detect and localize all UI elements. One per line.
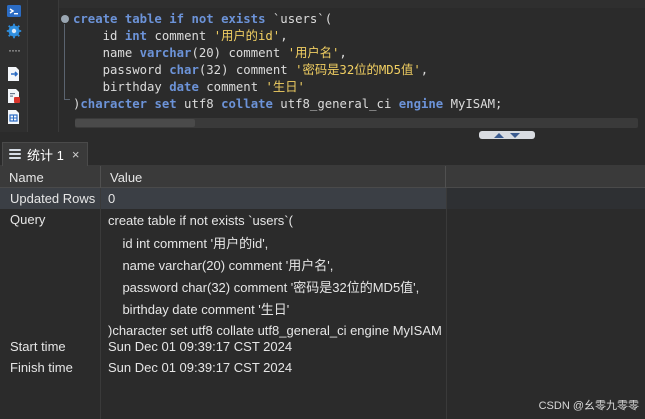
fold-guide-end	[64, 99, 70, 100]
tab-label: 统计 1	[27, 148, 64, 163]
editor-top-strip	[59, 0, 645, 8]
table-row-selected-filler	[446, 188, 645, 209]
query-line: create table if not exists `users`(	[108, 212, 293, 228]
code-token: '用户名'	[287, 46, 340, 60]
column-header-name[interactable]: Name	[0, 166, 101, 188]
code-token: varchar	[139, 46, 192, 60]
code-token: MyISAM;	[443, 97, 503, 111]
code-line: birthday date comment '生日'	[73, 79, 502, 96]
maximize-up-icon[interactable]	[494, 132, 504, 138]
code-token: name	[73, 46, 140, 60]
code-line: password char(32) comment '密码是32位的MD5值',	[73, 62, 502, 79]
terminal-icon[interactable]	[6, 3, 22, 19]
column-divider	[446, 188, 447, 419]
results-grid: Name Value Updated Rows 0 Query create t…	[0, 166, 645, 419]
query-line: birthday date comment '生日'	[108, 301, 290, 317]
sql-editor[interactable]: create table if not exists `users`( id i…	[58, 0, 645, 138]
maximize-down-icon[interactable]	[510, 132, 520, 138]
close-icon[interactable]: ×	[72, 148, 80, 161]
panel-splitter[interactable]	[0, 132, 645, 140]
code-token: password	[73, 63, 170, 77]
row-label-updated-rows: Updated Rows	[10, 191, 96, 206]
watermark: CSDN @幺零九零零	[538, 400, 639, 412]
table-icon	[9, 148, 21, 161]
code-token: char	[169, 63, 199, 77]
row-label-start-time: Start time	[10, 339, 66, 354]
code-token: comment	[198, 80, 266, 94]
more-icon[interactable]: ····	[6, 42, 22, 58]
query-line: id int comment '用户的id',	[108, 235, 269, 251]
code-token: utf8	[176, 97, 222, 111]
export-icon[interactable]	[6, 66, 22, 82]
editor-horizontal-scrollbar[interactable]	[75, 118, 638, 128]
code-token: utf8_general_ci	[272, 97, 399, 111]
code-token: '生日'	[265, 80, 305, 94]
tab-statistics-1[interactable]: 统计 1 ×	[2, 142, 88, 166]
code-token: character set	[80, 97, 177, 111]
code-token: id	[73, 29, 125, 43]
code-token: `users`	[272, 12, 325, 26]
code-line: id int comment '用户的id',	[73, 28, 502, 45]
code-line: )character set utf8 collate utf8_general…	[73, 96, 502, 113]
table-doc-icon[interactable]	[6, 109, 22, 125]
gear-icon[interactable]	[6, 23, 22, 39]
fold-guide	[64, 24, 65, 99]
row-label-finish-time: Finish time	[10, 360, 73, 375]
code-token: engine	[398, 97, 444, 111]
code-token: (20) comment	[191, 46, 288, 60]
column-header-value[interactable]: Value	[101, 166, 446, 188]
row-value-start-time: Sun Dec 01 09:39:17 CST 2024	[108, 339, 293, 354]
code-token: ,	[339, 46, 347, 60]
script-icon[interactable]	[6, 88, 22, 104]
code-line: create table if not exists `users`(	[73, 11, 502, 28]
code-token: '用户的id'	[213, 29, 281, 43]
fold-marker-icon[interactable]	[61, 15, 69, 23]
code-token: int	[124, 29, 148, 43]
query-line: password char(32) comment '密码是32位的MD5值',	[108, 279, 420, 295]
editor-scrollbar-thumb[interactable]	[75, 119, 195, 127]
row-value-updated-rows: 0	[108, 191, 116, 206]
query-line: name varchar(20) comment '用户名',	[108, 257, 334, 273]
results-tabbar: 统计 1 ×	[0, 140, 645, 166]
code-line: name varchar(20) comment '用户名',	[73, 45, 502, 62]
left-toolbar: ····	[0, 0, 28, 138]
code-token: ,	[420, 63, 429, 77]
code-token: ,	[280, 29, 288, 43]
code-token: date	[169, 80, 199, 94]
code-token: comment	[147, 29, 214, 43]
code-lines: create table if not exists `users`( id i…	[73, 11, 502, 113]
code-token: (	[324, 12, 333, 26]
code-token: (32) comment	[198, 63, 296, 77]
splitter-handle[interactable]	[479, 131, 535, 139]
code-token: collate	[221, 97, 273, 111]
code-token: birthday	[73, 80, 170, 94]
row-value-finish-time: Sun Dec 01 09:39:17 CST 2024	[108, 360, 293, 375]
grid-header: Name Value	[0, 166, 645, 188]
row-label-query: Query	[10, 212, 46, 227]
code-token: '密码是32位的MD5值'	[295, 63, 421, 77]
code-token: create table if not exists	[73, 12, 273, 26]
